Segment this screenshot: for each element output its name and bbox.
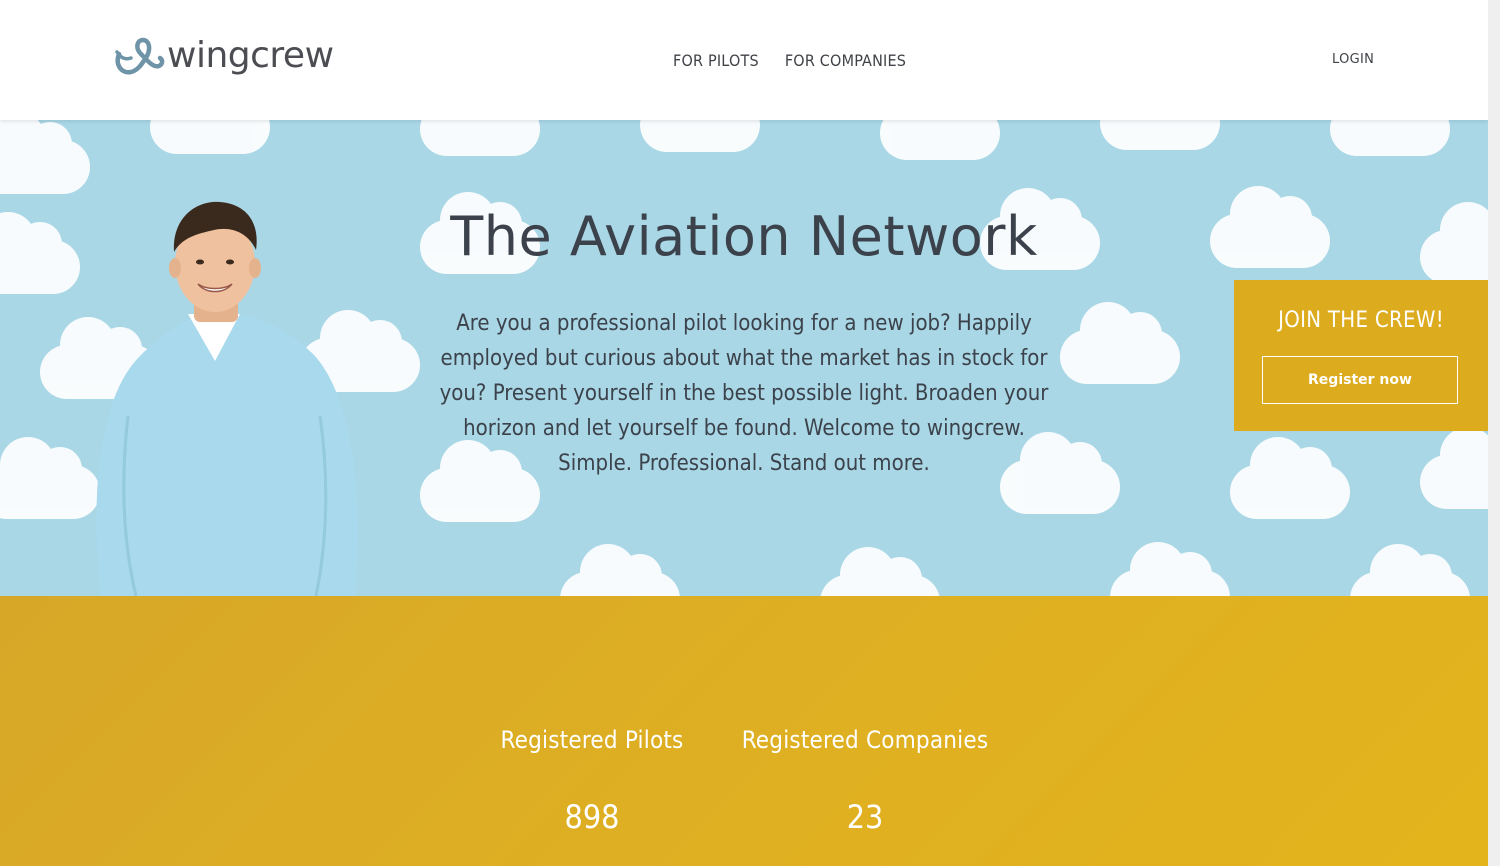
register-now-button[interactable]: Register now — [1262, 356, 1458, 404]
stat-label: Registered Companies — [741, 726, 989, 754]
hero-description: Are you a professional pilot looking for… — [439, 311, 1049, 476]
logo-text: wingcrew — [167, 35, 334, 76]
page: wingcrew FOR PILOTS FOR COMPANIES LOGIN — [0, 0, 1488, 866]
stat-value: 898 — [564, 798, 620, 836]
stats-section: Registered Pilots 898 Registered Compani… — [0, 596, 1488, 866]
ampersand-wing-icon — [115, 37, 165, 75]
hero-title: The Aviation Network — [450, 205, 1038, 268]
stat-registered-companies: Registered Companies 23 — [735, 726, 995, 836]
hero-section: The Aviation Network Are you a professio… — [0, 120, 1488, 596]
nav-for-companies[interactable]: FOR COMPANIES — [785, 51, 906, 70]
nav-for-pilots[interactable]: FOR PILOTS — [673, 51, 759, 70]
stat-value: 23 — [846, 798, 884, 836]
logo-link[interactable]: wingcrew — [113, 34, 334, 78]
page-scrollbar[interactable] — [1488, 0, 1500, 866]
stat-label: Registered Pilots — [500, 726, 684, 754]
join-crew-title: JOIN THE CREW! — [1278, 308, 1444, 333]
site-header: wingcrew FOR PILOTS FOR COMPANIES LOGIN — [0, 0, 1488, 120]
main-nav: FOR PILOTS FOR COMPANIES — [673, 51, 906, 70]
login-link[interactable]: LOGIN — [1332, 52, 1374, 67]
stat-registered-pilots: Registered Pilots 898 — [492, 726, 692, 836]
join-crew-panel: JOIN THE CREW! Register now — [1234, 280, 1488, 431]
